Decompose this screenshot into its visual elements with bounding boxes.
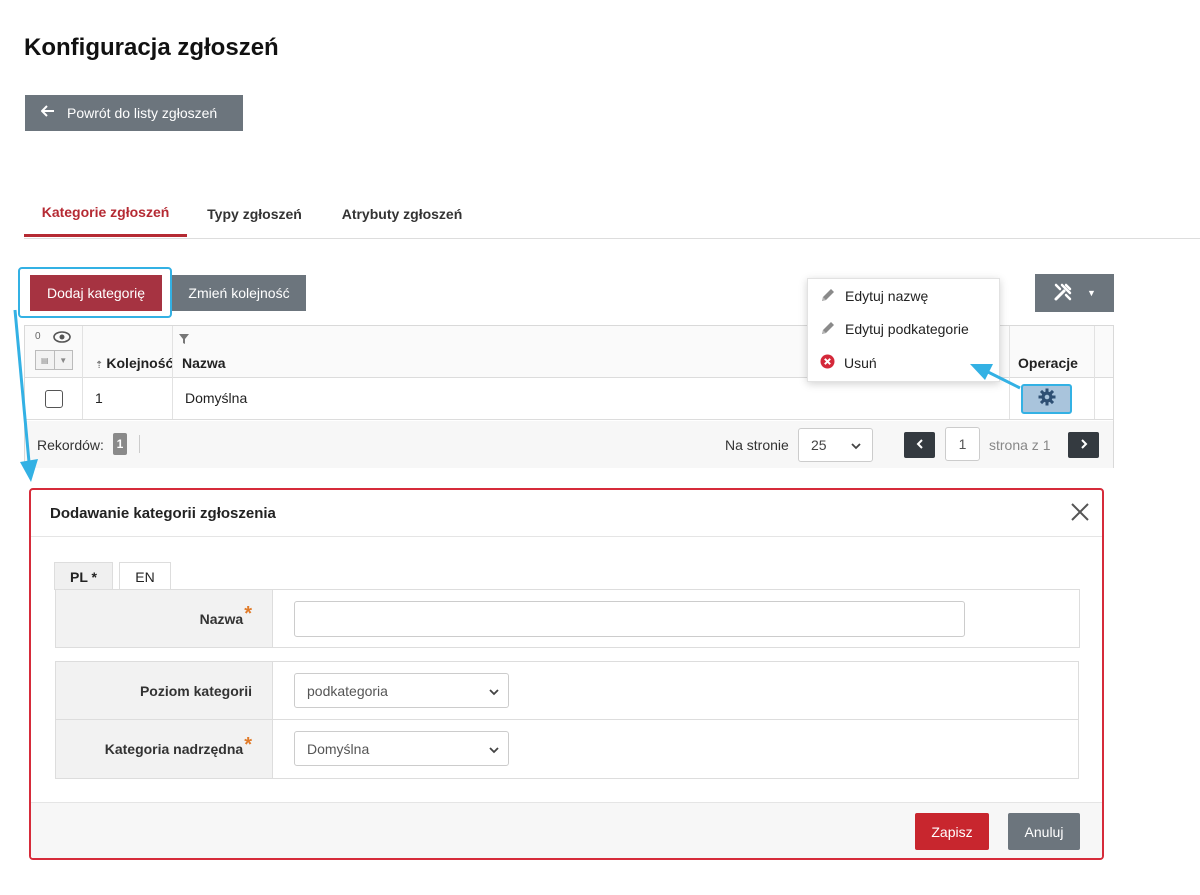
per-page-value: 25 bbox=[811, 437, 827, 453]
row-checkbox[interactable] bbox=[45, 390, 63, 408]
change-order-button[interactable]: Zmień kolejność bbox=[172, 275, 306, 311]
category-form-block: Poziom kategorii podkategoria Kategoria … bbox=[55, 661, 1079, 779]
column-header-name[interactable]: Nazwa bbox=[182, 355, 226, 371]
required-mark: * bbox=[244, 733, 252, 756]
caret-down-icon: ▼ bbox=[53, 351, 73, 369]
per-page-select[interactable]: 25 bbox=[798, 428, 873, 462]
add-category-button[interactable]: Dodaj kategorię bbox=[30, 275, 162, 311]
row-order: 1 bbox=[95, 390, 103, 406]
modal-header: Dodawanie kategorii zgłoszenia bbox=[31, 490, 1102, 537]
row-operations-button[interactable] bbox=[1021, 384, 1072, 414]
tab-attributes[interactable]: Atrybuty zgłoszeń bbox=[332, 190, 472, 238]
modal-footer: Zapisz Anuluj bbox=[31, 802, 1102, 858]
category-level-select[interactable]: podkategoria bbox=[294, 673, 509, 708]
records-count-badge: 1 bbox=[113, 433, 127, 455]
menu-item-edit-subcategories[interactable]: Edytuj podkategorie bbox=[820, 319, 969, 339]
menu-item-label: Usuń bbox=[844, 355, 877, 371]
hidden-columns-count: 0 bbox=[35, 331, 41, 342]
parent-category-select[interactable]: Domyślna bbox=[294, 731, 509, 766]
prev-page-button[interactable] bbox=[904, 432, 935, 458]
chevron-down-icon bbox=[850, 439, 862, 455]
cancel-button[interactable]: Anuluj bbox=[1008, 813, 1080, 850]
back-to-list-button[interactable]: Powrót do listy zgłoszeń bbox=[25, 95, 243, 131]
pencil-icon bbox=[820, 320, 836, 339]
menu-item-edit-name[interactable]: Edytuj nazwę bbox=[820, 286, 928, 306]
name-input[interactable] bbox=[294, 601, 965, 637]
tab-types[interactable]: Typy zgłoszeń bbox=[197, 190, 312, 238]
delete-circle-icon bbox=[820, 354, 835, 372]
menu-item-label: Edytuj podkategorie bbox=[845, 321, 969, 337]
form-row-level: Poziom kategorii podkategoria bbox=[56, 662, 1078, 720]
select-all-icon: ▤ bbox=[40, 355, 49, 365]
records-label: Rekordów: bbox=[37, 437, 104, 453]
chevron-down-icon bbox=[488, 743, 500, 759]
row-name: Domyślna bbox=[185, 390, 248, 406]
tools-icon bbox=[1053, 282, 1073, 305]
lang-tab-pl[interactable]: PL * bbox=[54, 562, 113, 590]
parent-category-value: Domyślna bbox=[307, 740, 370, 757]
eye-icon[interactable] bbox=[53, 330, 71, 343]
gear-icon bbox=[1038, 388, 1056, 411]
name-label: Nazwa * bbox=[56, 590, 273, 647]
pencil-icon bbox=[820, 287, 836, 306]
operations-dropdown-menu: Edytuj nazwę Edytuj podkategorie Usuń bbox=[807, 278, 1000, 382]
sort-icon: ⇡ bbox=[95, 360, 104, 371]
per-page-label: Na stronie bbox=[725, 437, 789, 453]
column-header-order[interactable]: ⇡ Kolejność bbox=[95, 355, 175, 371]
parent-label: Kategoria nadrzędna * bbox=[56, 720, 273, 778]
page-input[interactable]: 1 bbox=[945, 427, 980, 461]
chevron-down-icon bbox=[488, 685, 500, 701]
back-button-label: Powrót do listy zgłoszeń bbox=[67, 105, 218, 121]
add-category-modal: Dodawanie kategorii zgłoszenia PL * EN N… bbox=[29, 488, 1104, 860]
category-level-value: podkategoria bbox=[307, 682, 388, 699]
caret-down-icon: ▼ bbox=[1087, 288, 1096, 298]
filter-icon[interactable] bbox=[179, 331, 189, 344]
page-of-label: strona z 1 bbox=[989, 437, 1051, 453]
page-title: Konfiguracja zgłoszeń bbox=[24, 34, 279, 61]
column-header-operations: Operacje bbox=[1018, 355, 1078, 371]
save-button[interactable]: Zapisz bbox=[915, 813, 989, 850]
chevron-right-icon bbox=[1079, 436, 1089, 454]
tools-menu-button[interactable]: ▼ bbox=[1035, 274, 1114, 312]
required-mark: * bbox=[244, 603, 252, 625]
tab-categories[interactable]: Kategorie zgłoszeń bbox=[24, 190, 187, 237]
form-row-parent: Kategoria nadrzędna * Domyślna bbox=[56, 720, 1078, 778]
grid-footer: Rekordów: 1 Na stronie 25 1 strona z 1 bbox=[25, 421, 1113, 468]
arrow-left-icon bbox=[40, 104, 55, 122]
chevron-left-icon bbox=[915, 436, 925, 454]
menu-item-label: Edytuj nazwę bbox=[845, 288, 929, 304]
level-label: Poziom kategorii bbox=[56, 662, 273, 719]
table-row: 1 Domyślna bbox=[25, 378, 1113, 420]
close-icon[interactable] bbox=[1069, 501, 1091, 523]
lang-tab-en[interactable]: EN bbox=[119, 562, 171, 590]
menu-item-delete[interactable]: Usuń bbox=[820, 353, 877, 373]
name-form-block: Nazwa * bbox=[55, 589, 1080, 648]
footer-divider bbox=[139, 435, 140, 453]
next-page-button[interactable] bbox=[1068, 432, 1099, 458]
config-tabs: Kategorie zgłoszeń Typy zgłoszeń Atrybut… bbox=[24, 190, 1200, 239]
form-row-name: Nazwa * bbox=[56, 590, 1079, 647]
select-all-dropdown[interactable]: ▤ ▼ bbox=[35, 350, 73, 370]
modal-title: Dodawanie kategorii zgłoszenia bbox=[50, 505, 276, 522]
